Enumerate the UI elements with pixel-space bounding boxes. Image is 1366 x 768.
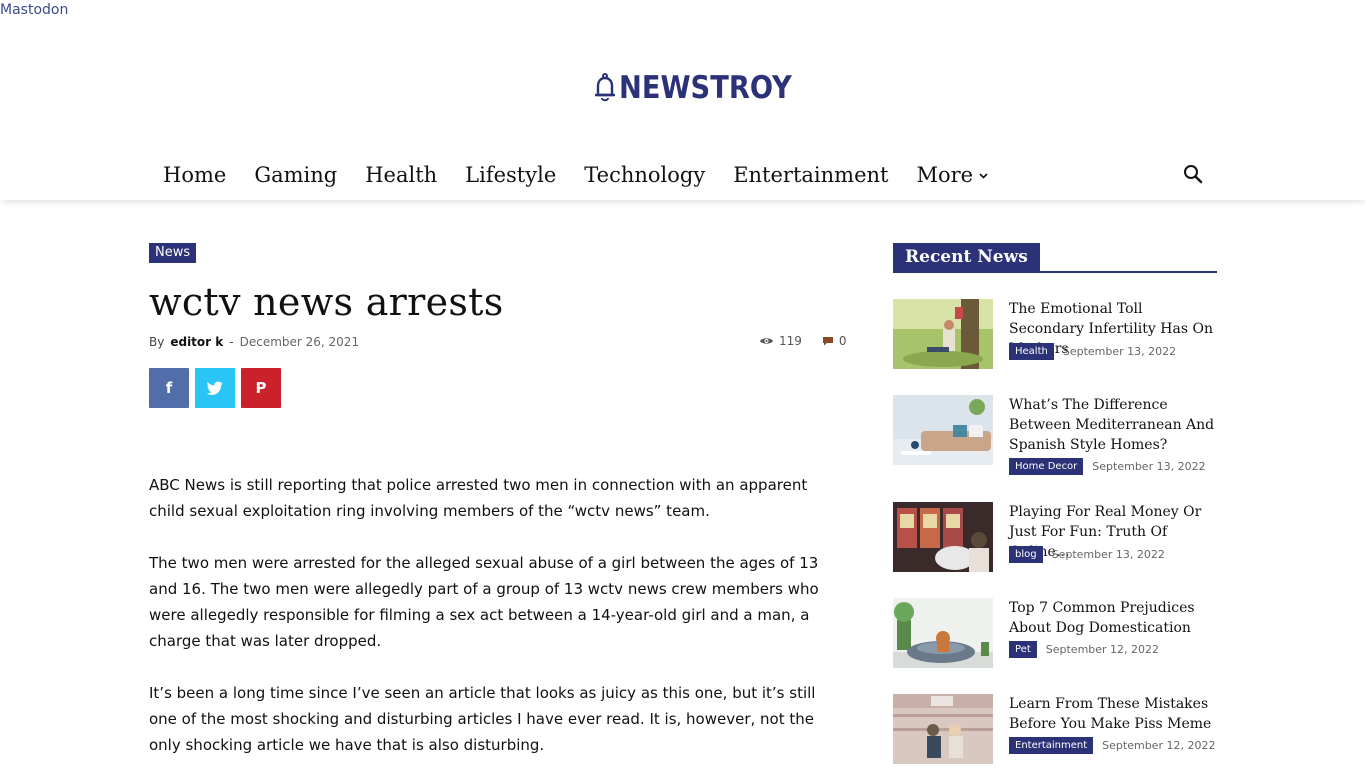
chevron-down-icon — [979, 173, 988, 179]
news-date: September 13, 2022 — [1092, 460, 1206, 473]
views-count: 119 — [759, 334, 802, 348]
comments-count[interactable]: 0 — [822, 334, 847, 348]
recent-news-item: What’s The Difference Between Mediterran… — [893, 395, 1217, 475]
thumbnail-image-living-room — [893, 395, 993, 465]
news-meta: blog September 13, 2022 — [1009, 546, 1165, 563]
thumbnail-image-dog-bed — [893, 598, 993, 668]
nav-lifestyle[interactable]: Lifestyle — [451, 163, 570, 187]
nav-label: Health — [365, 163, 438, 187]
article-paragraph: It’s been a long time since I’ve seen an… — [149, 684, 816, 754]
recent-news-heading: Recent News — [893, 243, 1217, 273]
article-meta: By editor k - December 26, 2021 — [149, 335, 359, 349]
article-stats: 119 0 — [759, 334, 847, 348]
news-thumbnail[interactable] — [893, 299, 993, 369]
thumbnail-image-mother-child — [893, 299, 993, 369]
news-meta: Pet September 12, 2022 — [1009, 641, 1159, 658]
nav-label: Lifestyle — [465, 163, 557, 187]
recent-news-item: Learn From These Mistakes Before You Mak… — [893, 694, 1217, 764]
eye-icon — [760, 338, 773, 344]
news-category-badge[interactable]: blog — [1009, 546, 1043, 563]
main-nav: Home Gaming Health Lifestyle Technology … — [149, 150, 1002, 200]
category-badge[interactable]: News — [149, 243, 197, 263]
news-date: September 13, 2022 — [1051, 548, 1165, 561]
nav-label: More — [916, 163, 974, 187]
news-category-badge[interactable]: Entertainment — [1009, 737, 1094, 754]
nav-entertainment[interactable]: Entertainment — [719, 163, 902, 187]
nav-label: Entertainment — [733, 163, 889, 187]
news-title-link[interactable]: Top 7 Common Prejudices About Dog Domest… — [1009, 598, 1219, 638]
recent-news-label: Recent News — [893, 243, 1040, 271]
pinterest-icon: P — [255, 379, 267, 397]
comment-icon — [822, 337, 833, 346]
nav-technology[interactable]: Technology — [570, 163, 719, 187]
twitter-share-button[interactable] — [195, 368, 235, 408]
thumbnail-image-slot-machines — [893, 502, 993, 572]
recent-news-item: Top 7 Common Prejudices About Dog Domest… — [893, 598, 1217, 668]
meta-separator: - — [229, 335, 234, 349]
news-date: September 13, 2022 — [1062, 345, 1177, 358]
site-logo[interactable]: NEWSTROY — [593, 68, 815, 108]
article-paragraph: ABC News is still reporting that police … — [149, 476, 808, 520]
nav-more[interactable]: More — [902, 163, 1002, 187]
by-label: By — [149, 335, 165, 349]
share-buttons: f P — [149, 368, 281, 408]
twitter-icon — [207, 381, 223, 395]
news-meta: Home Decor September 13, 2022 — [1009, 458, 1206, 475]
news-date: September 12, 2022 — [1102, 739, 1216, 752]
comments-value: 0 — [838, 334, 847, 348]
search-icon[interactable] — [1181, 162, 1205, 186]
nav-label: Technology — [584, 163, 706, 187]
facebook-share-button[interactable]: f — [149, 368, 189, 408]
news-category-badge[interactable]: Pet — [1009, 641, 1037, 658]
logo-text: NEWSTROY — [619, 70, 792, 106]
news-category-badge[interactable]: Home Decor — [1009, 458, 1084, 475]
article-title: wctv news arrests — [149, 280, 504, 324]
news-thumbnail[interactable] — [893, 395, 993, 465]
news-meta: Entertainment September 12, 2022 — [1009, 737, 1215, 754]
news-meta: Health September 13, 2022 — [1009, 343, 1176, 360]
nav-gaming[interactable]: Gaming — [240, 163, 351, 187]
news-date: September 12, 2022 — [1045, 643, 1160, 656]
news-title-link[interactable]: Learn From These Mistakes Before You Mak… — [1009, 694, 1219, 734]
author-link[interactable]: editor k — [170, 335, 223, 349]
article-body: ABC News is still reporting that police … — [149, 472, 839, 768]
pinterest-share-button[interactable]: P — [241, 368, 281, 408]
nav-label: Gaming — [254, 163, 338, 187]
news-title-link[interactable]: What’s The Difference Between Mediterran… — [1009, 395, 1219, 455]
mastodon-link[interactable]: Mastodon — [0, 2, 68, 18]
news-thumbnail[interactable] — [893, 598, 993, 668]
recent-news-item: Playing For Real Money Or Just For Fun: … — [893, 502, 1217, 572]
bell-icon — [595, 73, 615, 102]
news-thumbnail[interactable] — [893, 694, 993, 764]
news-thumbnail[interactable] — [893, 502, 993, 572]
article-paragraph: The two men were arrested for the allege… — [149, 554, 819, 650]
views-value: 119 — [779, 334, 802, 348]
thumbnail-image-two-people — [893, 694, 993, 764]
nav-home[interactable]: Home — [149, 163, 240, 187]
nav-health[interactable]: Health — [351, 163, 451, 187]
recent-news-item: The Emotional Toll Secondary Infertility… — [893, 299, 1217, 369]
article-date: December 26, 2021 — [239, 335, 360, 349]
nav-label: Home — [163, 163, 227, 187]
news-category-badge[interactable]: Health — [1009, 343, 1054, 360]
facebook-icon: f — [165, 379, 173, 397]
